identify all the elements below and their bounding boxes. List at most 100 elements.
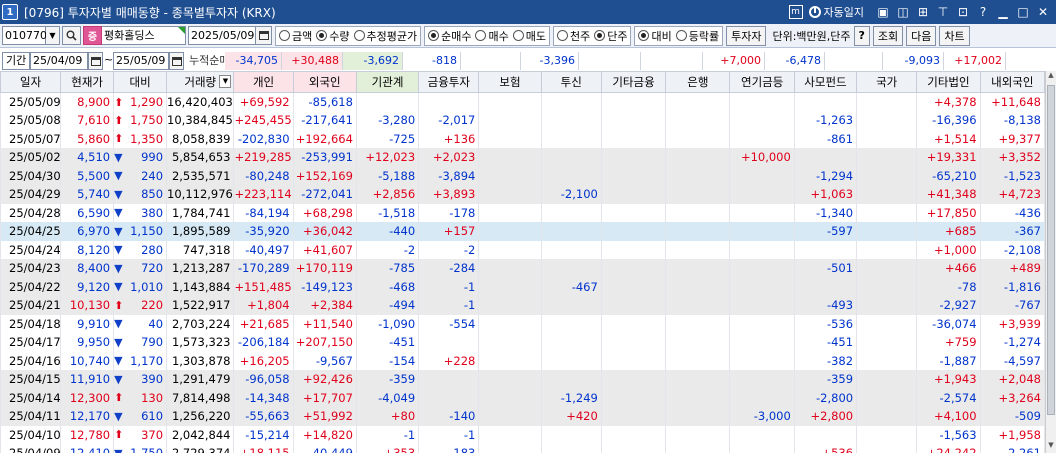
table-row[interactable]: 25/05/09 8,900 ⬆ 1,290 16,420,403 +69,592 -85,… [0, 92, 1046, 111]
investor-value-cell [729, 314, 795, 333]
table-row[interactable]: 25/04/17 9,950 ▼ 790 1,573,323 -206,184 +207,1… [0, 333, 1046, 352]
close-icon[interactable]: ✕ [1034, 3, 1052, 21]
column-header-5[interactable]: 외국인 [292, 71, 357, 93]
radio-group3-1[interactable]: 단주 [594, 28, 627, 44]
radio-group1-0[interactable]: 금액 [279, 28, 312, 44]
help-icon[interactable]: ? [974, 3, 992, 21]
investor-value-cell [478, 444, 542, 453]
minimize-icon[interactable]: ▁ [994, 3, 1012, 21]
sort-dropdown-icon[interactable]: ▼ [219, 75, 232, 88]
table-row[interactable]: 25/04/14 12,300 ⬆ 130 7,814,498 -14,348 +17,70… [0, 388, 1046, 407]
scrollbar-thumb[interactable] [1047, 85, 1055, 415]
window-layout-icon[interactable]: ▣ [874, 3, 892, 21]
auto-journal-button[interactable]: 자동일지 [808, 4, 864, 20]
column-header-2[interactable]: 대비 [113, 71, 168, 93]
table-row[interactable]: 25/04/25 6,970 ▼ 1,150 1,895,589 -35,920 +36,0… [0, 222, 1046, 241]
column-header-1[interactable]: 현재가 [60, 71, 115, 93]
table-row[interactable]: 25/04/21 10,130 ⬆ 220 1,522,917 +1,804 +2,384-… [0, 296, 1046, 315]
column-header-13[interactable]: 사모펀드 [793, 71, 858, 93]
investor-value-cell [729, 129, 795, 148]
table-row[interactable]: 25/04/22 9,120 ▼ 1,010 1,143,884 +151,485 -149… [0, 277, 1046, 296]
radio-group2-1[interactable]: 매수 [475, 28, 509, 44]
scroll-down-icon[interactable]: ▼ [1046, 441, 1056, 453]
table-row[interactable]: 25/05/07 5,860 ⬆ 1,350 8,058,839 -202,830 +192… [0, 129, 1046, 148]
column-header-8[interactable]: 보험 [478, 71, 542, 93]
table-row[interactable]: 25/05/08 7,610 ⬆ 1,750 10,384,845 +245,455 -21… [0, 111, 1046, 130]
column-header-4[interactable]: 개인 [233, 71, 294, 93]
radio-group2-0[interactable]: 순매수 [428, 28, 471, 44]
window-tile-icon[interactable]: ⊞ [914, 3, 932, 21]
query-button[interactable]: 조회 [872, 25, 904, 46]
table-row[interactable]: 25/04/16 10,740 ▼ 1,170 1,303,878 +16,205 -9,5… [0, 351, 1046, 370]
table-row[interactable]: 25/04/23 8,400 ▼ 720 1,213,287 -170,289 +170,1… [0, 259, 1046, 278]
table-row[interactable]: 25/04/0912,410▼ 1,7502,729,374+18,115-40,… [0, 444, 1046, 453]
table-row[interactable]: 25/04/10 12,780 ⬆ 370 2,042,844 -15,214 +14,82… [0, 425, 1046, 444]
scroll-up-icon[interactable]: ▲ [1046, 71, 1056, 83]
table-row[interactable]: 25/04/29 5,740 ▼ 850 10,112,976 +223,114 -272,… [0, 185, 1046, 204]
investor-value-cell: -183 [418, 444, 480, 453]
query-date-input[interactable]: 2025/05/09 [188, 26, 256, 45]
calendar-icon[interactable] [88, 52, 103, 70]
investor-button[interactable]: 투자자 [726, 25, 767, 46]
investor-value-cell [540, 166, 602, 185]
pin-icon[interactable]: ⊤ [934, 3, 952, 21]
period-start-input[interactable]: 25/04/09 [30, 52, 88, 70]
column-header-label: 현재가 [71, 75, 104, 89]
table-row[interactable]: 25/04/30 5,500 ▼ 240 2,535,571 -80,248 +152,16… [0, 166, 1046, 185]
maximize-icon[interactable]: □ [1014, 3, 1032, 21]
stock-market-badge[interactable]: 증 [83, 26, 102, 45]
column-header-11[interactable]: 은행 [665, 71, 731, 93]
investor-value-cell: +1,063 [793, 185, 858, 204]
radio-group4-1[interactable]: 등락률 [675, 28, 719, 44]
table-row[interactable]: 25/04/24 8,120 ▼ 280 747,318 -40,497 +41,607 -2… [0, 240, 1046, 259]
investor-trading-grid[interactable]: 일자 현재가 대비 거래량 ▼ 개인 외국인 기관계 금융투자 보험 투신 기타금융 은행 연기금등 사모펀… [0, 71, 1056, 453]
column-header-6[interactable]: 기관계 [355, 71, 420, 93]
radio-group2-2[interactable]: 매도 [512, 28, 546, 44]
investor-value-cell: +152,169 [292, 166, 357, 185]
table-row[interactable]: 25/04/11 12,170 ▼ 610 1,256,220 -55,663 +51,99… [0, 407, 1046, 426]
table-row[interactable]: 25/04/18 9,910 ▼ 40 2,703,224 +21,685 +11,540-… [0, 314, 1046, 333]
column-header-10[interactable]: 기타금융 [600, 71, 667, 93]
chart-button[interactable]: 차트 [939, 25, 970, 46]
column-header-14[interactable]: 국가 [856, 71, 918, 93]
radio-group3-0[interactable]: 천주 [556, 28, 590, 44]
table-row[interactable]: 25/04/28 6,590 ▼ 380 1,784,741 -84,194 +68,298… [0, 203, 1046, 222]
radio-group1-2[interactable]: 추정평균가 [353, 28, 417, 44]
memo-icon[interactable]: m [788, 5, 803, 19]
vertical-scrollbar[interactable]: ▲ ▼ [1045, 71, 1056, 453]
investor-value-cell: -367 [979, 222, 1046, 241]
investor-value-cell: -149,123 [292, 277, 357, 296]
investor-value-cell: +41,607 [292, 240, 357, 259]
investor-value-cell: +68,298 [292, 203, 357, 222]
window-split-icon[interactable]: ◫ [894, 3, 912, 21]
column-header-12[interactable]: 연기금등 [729, 71, 795, 93]
next-button[interactable]: 다음 [906, 25, 937, 46]
change-cell: ▼ 610 [113, 407, 168, 426]
calendar-icon[interactable] [256, 26, 272, 45]
radio-group4-0[interactable]: 대비 [638, 28, 672, 44]
period-end-input[interactable]: 25/05/09 [113, 52, 169, 70]
column-header-9[interactable]: 투신 [540, 71, 602, 93]
chevron-down-icon[interactable]: ▼ [46, 26, 60, 45]
investor-value-cell [600, 277, 667, 296]
search-icon[interactable] [62, 26, 81, 45]
calendar-icon[interactable] [169, 52, 184, 70]
column-header-16[interactable]: 내외국인 [979, 71, 1046, 93]
change-value: 790 [141, 335, 164, 350]
volume-cell: 10,112,976 [166, 185, 235, 204]
column-header-15[interactable]: 기타법인 [916, 71, 981, 93]
help-button[interactable]: ? [853, 25, 870, 46]
column-header-3[interactable]: 거래량 ▼ [166, 71, 235, 93]
column-header-7[interactable]: 금융투자 [418, 71, 480, 93]
window-number-badge[interactable]: 1 [2, 4, 18, 20]
table-header-row: 일자 현재가 대비 거래량 ▼ 개인 외국인 기관계 금융투자 보험 투신 기타금융 은행 연기금등 사모펀… [0, 71, 1046, 93]
table-row[interactable]: 25/04/15 11,910 ▼ 390 1,291,479 -96,058 +92,42… [0, 370, 1046, 389]
column-header-0[interactable]: 일자 [0, 71, 62, 93]
table-row[interactable]: 25/05/02 4,510 ▼ 990 5,854,653 +219,285 -253,9… [0, 148, 1046, 167]
stock-code-input[interactable]: 010770 [2, 26, 47, 45]
investor-value-cell [478, 388, 542, 407]
investor-value-cell: -272,041 [292, 185, 357, 204]
column-header-label: 일자 [20, 75, 42, 89]
link-icon[interactable]: ⊡ [954, 3, 972, 21]
radio-group1-1[interactable]: 수량 [316, 28, 350, 44]
